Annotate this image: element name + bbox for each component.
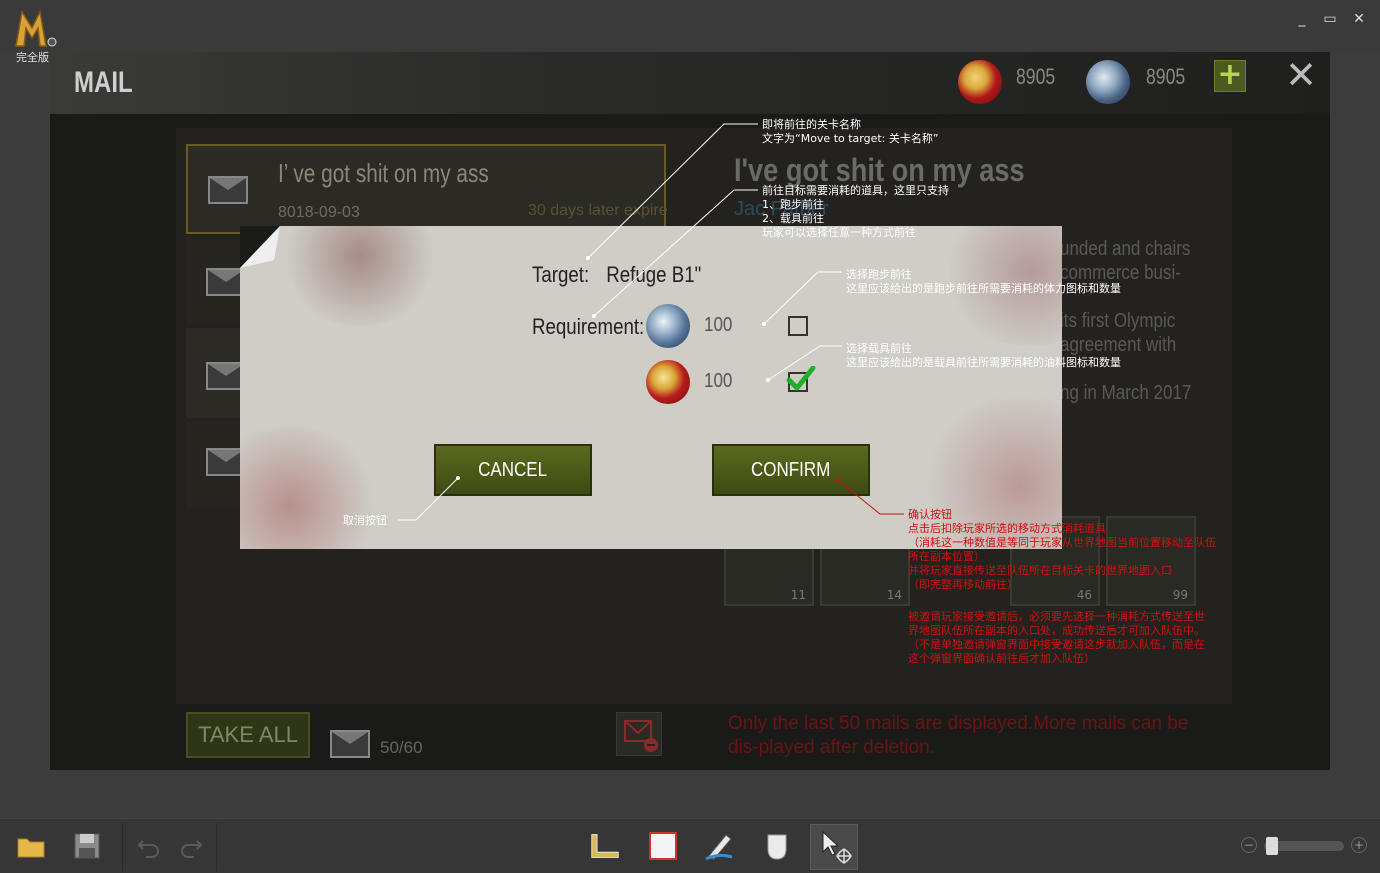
rectangle-icon[interactable]	[648, 831, 678, 861]
annotation-line: （即完整再移动前往）	[908, 578, 1018, 591]
annotation-lines	[398, 123, 904, 521]
bottom-toolbar: − +	[0, 818, 1380, 873]
annotation-line: 被邀请玩家接受邀请后，必须要先选择一种消耗方式传送至世	[908, 610, 1205, 623]
annotation-line: 界地图队伍所在副本的入口处，成功传送后才可加入队伍中。	[908, 624, 1205, 637]
zoom-slider-thumb[interactable]	[1266, 837, 1278, 855]
zoom-in-button[interactable]: +	[1351, 837, 1367, 853]
annotation-line: 确认按钮	[908, 508, 952, 521]
annotation-line: 即将前往的关卡名称	[762, 118, 861, 131]
ruler-icon[interactable]	[590, 831, 620, 861]
annotation-line: （不是单独邀请弹窗界面中接受邀请这步就加入队伍，而是在	[908, 638, 1205, 651]
annotation-walk: 选择跑步前往 这里应该给出的是跑步前往所需要消耗的体力图标和数量	[846, 268, 1121, 296]
annotation-line: 并将玩家直接传送至队伍所在目标关卡的世界地图入口	[908, 564, 1172, 577]
annotation-line: 玩家可以选择任意一种方式前往	[762, 226, 916, 239]
shape-icon[interactable]	[762, 831, 792, 861]
annotation-line: 选择跑步前往	[846, 268, 912, 281]
undo-icon[interactable]	[134, 831, 164, 861]
move-icon	[822, 830, 852, 864]
annotation-line: 文字为“Move to target: 关卡名称”	[762, 132, 939, 145]
annotation-line: 2、载具前往	[762, 212, 824, 225]
annotation-line: 这里应该给出的是载具前往所需要消耗的油料图标和数量	[846, 356, 1121, 369]
app-window: 完全版 _ ▭ ✕ MAIL 8905 8905 + ✕ I’ ve got s…	[0, 0, 1380, 873]
annotation-line: 点击后扣除玩家所选的移动方式消耗道具	[908, 522, 1106, 535]
annotation-cancel: 取消按钮	[343, 514, 387, 527]
annotation-line: 这个弹窗界面确认前往后才加入队伍）	[908, 652, 1095, 665]
toolbar-separator	[122, 823, 123, 871]
annotation-requirement: 前往目标需要消耗的道具，这里只支持 1、跑步前往 2、载具前往 玩家可以选择任意…	[762, 184, 949, 240]
folder-icon[interactable]	[16, 831, 46, 861]
annotation-line: 所在副本位置）	[908, 550, 985, 563]
save-icon[interactable]	[72, 831, 102, 861]
zoom-out-button[interactable]: −	[1241, 837, 1257, 853]
annotation-vehicle: 选择载具前往 这里应该给出的是载具前往所需要消耗的油料图标和数量	[846, 342, 1121, 370]
annotation-line: 选择载具前往	[846, 342, 912, 355]
annotation-line: 这里应该给出的是跑步前往所需要消耗的体力图标和数量	[846, 282, 1121, 295]
toolbar-separator	[216, 823, 217, 871]
redo-icon[interactable]	[176, 831, 206, 861]
pen-icon[interactable]	[704, 831, 734, 861]
move-tool-button[interactable]	[810, 824, 858, 870]
annotation-line: （消耗这一种数值是等同于玩家从世界地图当前位置移动至队伍	[908, 536, 1216, 549]
annotation-confirm-2: 被邀请玩家接受邀请后，必须要先选择一种消耗方式传送至世 界地图队伍所在副本的入口…	[908, 610, 1205, 666]
annotation-line: 前往目标需要消耗的道具，这里只支持	[762, 184, 949, 197]
annotation-target: 即将前往的关卡名称 文字为“Move to target: 关卡名称”	[762, 118, 939, 146]
annotation-line: 1、跑步前往	[762, 198, 824, 211]
annotation-confirm: 确认按钮 点击后扣除玩家所选的移动方式消耗道具 （消耗这一种数值是等同于玩家从世…	[908, 508, 1216, 592]
